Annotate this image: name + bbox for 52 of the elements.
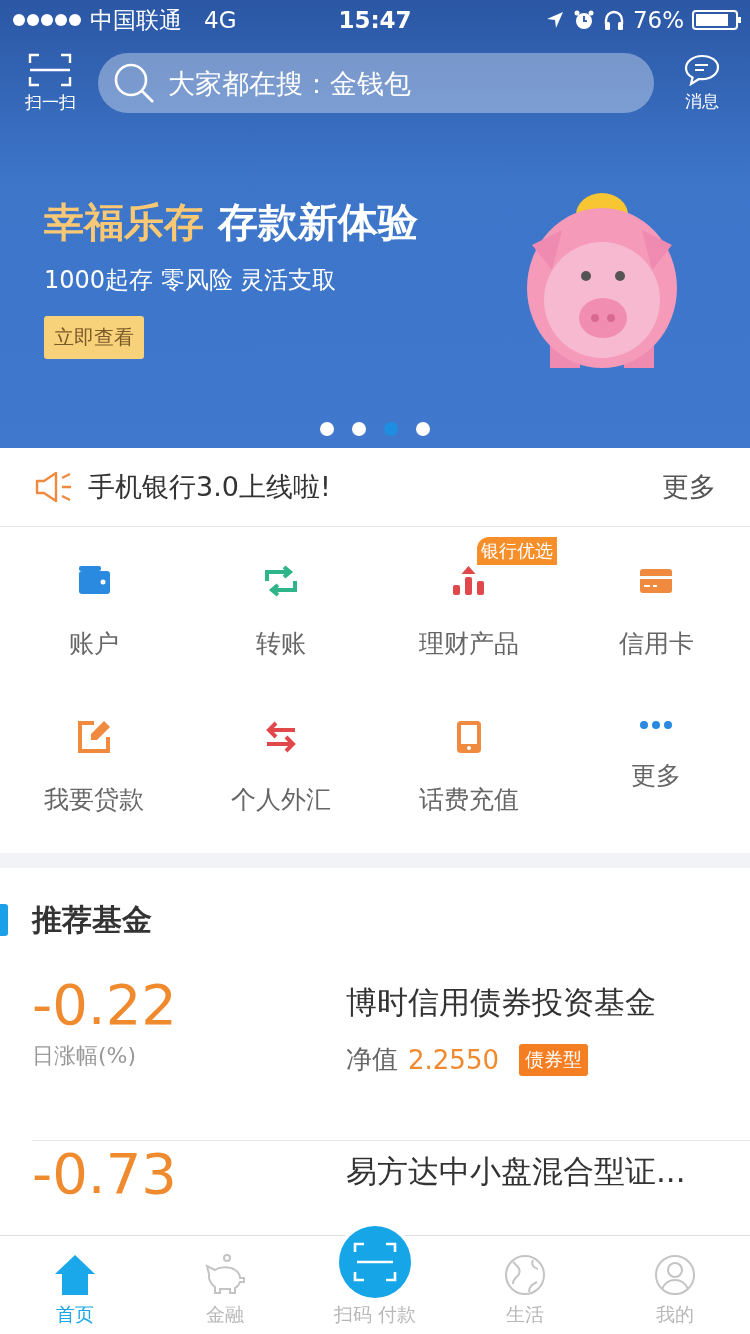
scan-button[interactable]: 扫一扫: [18, 52, 82, 114]
banner-highlight: 幸福乐存: [44, 198, 204, 247]
scan-icon: [28, 52, 72, 87]
transfer-icon: [263, 563, 300, 599]
fund-name: 博时信用债券投资基金: [346, 983, 656, 1022]
banner-subtitle: 1000起存 零风险 灵活支取: [44, 265, 337, 296]
battery-percent: 76%: [632, 7, 684, 33]
daily-change: -0.73: [32, 1141, 178, 1206]
edit-icon: [75, 719, 112, 755]
more-icon: [638, 719, 675, 731]
home-icon: [53, 1254, 97, 1296]
service-item[interactable]: 更多: [562, 689, 750, 845]
view-now-button[interactable]: 立即查看: [44, 316, 144, 359]
headphones-icon: [602, 9, 625, 31]
service-item[interactable]: 账户: [0, 527, 188, 689]
messages-button[interactable]: 消息: [670, 53, 734, 113]
service-item[interactable]: 话费充值: [375, 689, 563, 845]
promo-banner[interactable]: 幸福乐存 存款新体验 1000起存 零风险 灵活支取 立即查看: [0, 126, 750, 448]
change-label: 日涨幅(%): [32, 1042, 138, 1070]
service-item[interactable]: 个人外汇: [187, 689, 375, 845]
carousel-dot[interactable]: [384, 422, 398, 436]
carrier-name: 中国联通: [90, 5, 182, 35]
carousel-dot[interactable]: [320, 422, 334, 436]
carousel-dot[interactable]: [416, 422, 430, 436]
banner-title: 存款新体验: [218, 198, 418, 247]
service-item[interactable]: 我要贷款: [0, 689, 188, 845]
search-icon: [112, 61, 156, 105]
nav-value: 2.2550: [408, 1044, 499, 1075]
daily-change: -0.22: [32, 972, 178, 1037]
fund-name: 易方达中小盘混合型证...: [346, 1152, 686, 1191]
user-icon: [653, 1254, 697, 1296]
chat-bubble-icon: [684, 53, 720, 86]
promo-badge: 银行优选: [476, 537, 557, 565]
battery-icon: [692, 9, 742, 31]
globe-icon: [503, 1254, 547, 1296]
fund-type-tag: 债券型: [519, 1043, 588, 1076]
signal-icon: [12, 13, 82, 27]
status-time: 15:47: [338, 7, 412, 33]
piggy-bank-icon: [203, 1254, 247, 1296]
nav-label: 净值: [346, 1043, 398, 1076]
alarm-icon: [572, 9, 595, 31]
service-item[interactable]: 信用卡: [562, 527, 750, 689]
service-item[interactable]: 转账: [187, 527, 375, 689]
network-type: 4G: [204, 7, 237, 33]
service-item[interactable]: 银行优选 理财产品: [375, 527, 563, 689]
section-title: 推荐基金: [32, 900, 152, 939]
fund-row[interactable]: -0.22 日涨幅(%) 博时信用债券投资基金 净值 2.2550 债券型: [32, 972, 750, 1141]
more-link[interactable]: 更多: [662, 469, 716, 505]
megaphone-icon: [34, 470, 74, 504]
carousel-dot[interactable]: [352, 422, 366, 436]
notice-text[interactable]: 手机银行3.0上线啦!: [88, 469, 648, 505]
section-marker: [0, 904, 8, 936]
